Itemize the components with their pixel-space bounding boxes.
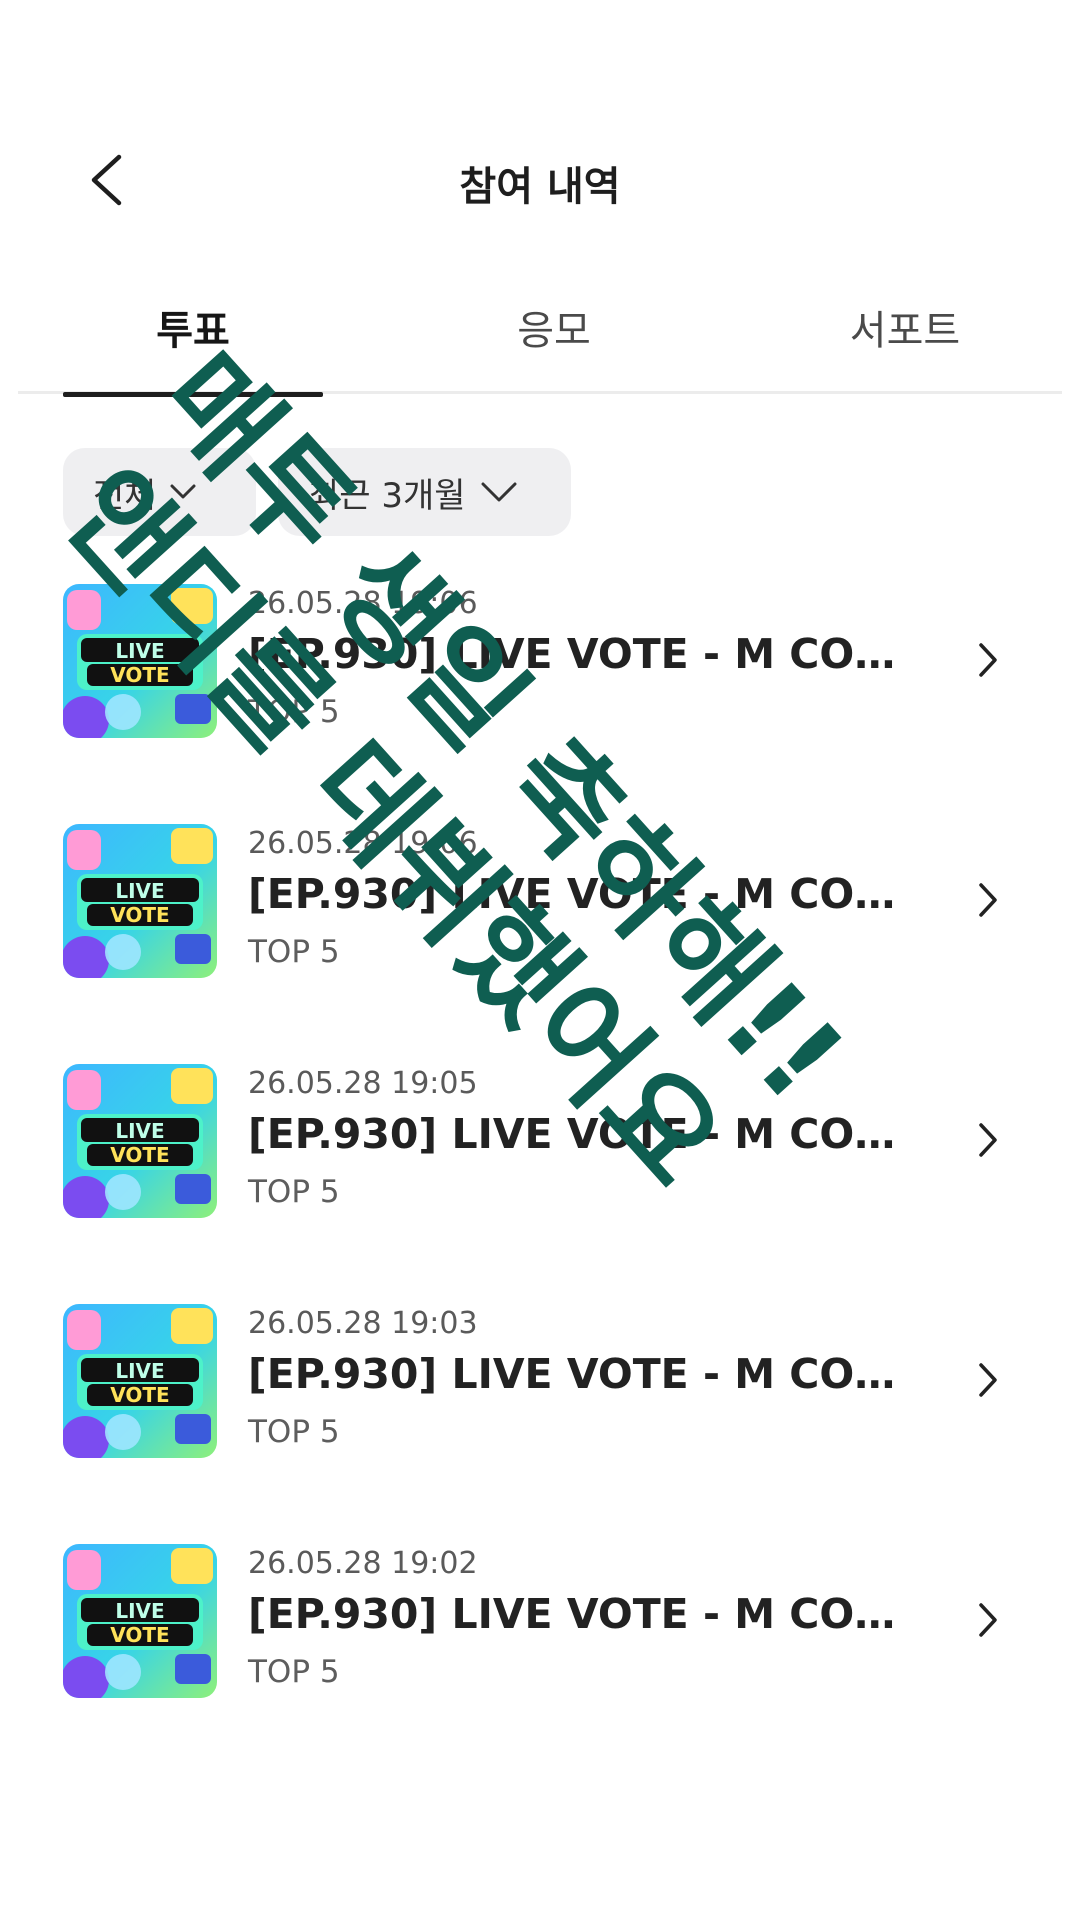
list-item[interactable]: LIVE VOTE 26.05.28 19:05 [EP.930] LIVE V… (0, 1062, 1080, 1302)
item-date: 26.05.28 19:06 (248, 586, 478, 621)
live-vote-thumbnail: LIVE VOTE (63, 1304, 217, 1458)
thumb-vote-text: VOTE (110, 1623, 169, 1647)
thumb-vote-text: VOTE (110, 903, 169, 927)
item-rank: TOP 5 (248, 934, 340, 970)
live-vote-thumbnail: LIVE VOTE (63, 1064, 217, 1218)
list-item[interactable]: LIVE VOTE 26.05.28 19:03 [EP.930] LIVE V… (0, 1302, 1080, 1542)
header: 참여 내역 (0, 130, 1080, 230)
tab-support[interactable]: 서포트 (775, 280, 1035, 394)
filter-bar: 전체 최근 3개월 (63, 448, 571, 536)
thumb-live-text: LIVE (115, 1599, 164, 1623)
item-date: 26.05.28 19:02 (248, 1546, 478, 1581)
list-item[interactable]: LIVE VOTE 26.05.28 19:06 [EP.930] LIVE V… (0, 822, 1080, 1062)
live-vote-thumbnail: LIVE VOTE (63, 824, 217, 978)
tab-apply[interactable]: 응모 (424, 280, 684, 394)
item-title: [EP.930] LIVE VOTE - M COUNTDOWN (248, 1350, 908, 1398)
item-rank: TOP 5 (248, 694, 340, 730)
live-vote-thumbnail: LIVE VOTE (63, 584, 217, 738)
chevron-right-icon (968, 1358, 1008, 1402)
participation-history-screen: 참여 내역 투표 응모 서포트 전체 최근 3개월 LIVE VOTE 26.0… (0, 0, 1080, 1920)
chevron-right-icon (968, 638, 1008, 682)
page-title: 참여 내역 (459, 164, 621, 210)
thumb-vote-text: VOTE (110, 1143, 169, 1167)
category-filter-dropdown[interactable]: 전체 (63, 448, 256, 536)
item-rank: TOP 5 (248, 1174, 340, 1210)
tab-bar: 투표 응모 서포트 (18, 280, 1062, 397)
list-item[interactable]: LIVE VOTE 26.05.28 19:06 [EP.930] LIVE V… (0, 582, 1080, 822)
list-item[interactable]: LIVE VOTE 26.05.28 19:02 [EP.930] LIVE V… (0, 1542, 1080, 1782)
chevron-right-icon (968, 878, 1008, 922)
thumb-live-text: LIVE (115, 1119, 164, 1143)
chevron-right-icon (968, 1598, 1008, 1642)
item-title: [EP.930] LIVE VOTE - M COUNTDOWN (248, 870, 908, 918)
thumb-vote-text: VOTE (110, 663, 169, 687)
item-rank: TOP 5 (248, 1654, 340, 1690)
thumb-live-text: LIVE (115, 879, 164, 903)
item-date: 26.05.28 19:03 (248, 1306, 478, 1341)
period-filter-label: 최근 3개월 (308, 475, 466, 516)
period-filter-dropdown[interactable]: 최근 3개월 (278, 448, 571, 536)
tab-vote[interactable]: 투표 (63, 280, 323, 397)
item-date: 26.05.28 19:06 (248, 826, 478, 861)
item-title: [EP.930] LIVE VOTE - M COUNTDOWN (248, 1590, 908, 1638)
chevron-down-icon (170, 484, 196, 499)
item-date: 26.05.28 19:05 (248, 1066, 478, 1101)
chevron-down-icon (481, 482, 517, 502)
item-title: [EP.930] LIVE VOTE - M COUNTDOWN (248, 630, 908, 678)
thumb-vote-text: VOTE (110, 1383, 169, 1407)
item-rank: TOP 5 (248, 1414, 340, 1450)
category-filter-label: 전체 (93, 475, 156, 516)
vote-history-list: LIVE VOTE 26.05.28 19:06 [EP.930] LIVE V… (0, 582, 1080, 1782)
thumb-live-text: LIVE (115, 639, 164, 663)
item-title: [EP.930] LIVE VOTE - M COUNTDOWN (248, 1110, 908, 1158)
chevron-right-icon (968, 1118, 1008, 1162)
thumb-live-text: LIVE (115, 1359, 164, 1383)
live-vote-thumbnail: LIVE VOTE (63, 1544, 217, 1698)
